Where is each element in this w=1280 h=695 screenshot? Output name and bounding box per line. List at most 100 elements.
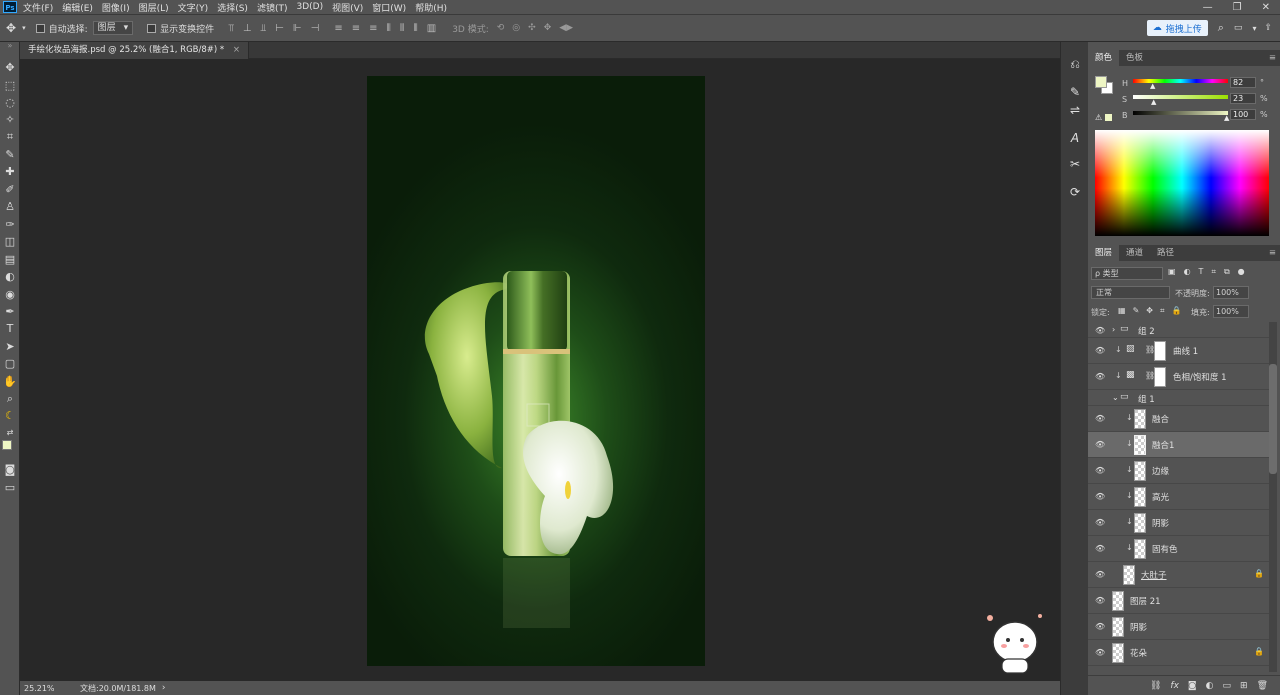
- brush-settings-icon[interactable]: ✎: [1065, 82, 1085, 102]
- minimize-button[interactable]: —: [1203, 2, 1213, 13]
- share-icon[interactable]: ⇪: [1264, 23, 1272, 33]
- layer-row-curves1[interactable]: 👁 ↓ ▨ ⛓ 曲线 1: [1088, 338, 1270, 364]
- menu-window[interactable]: 窗口(W): [372, 1, 406, 14]
- magic-wand-tool-icon[interactable]: ✧: [0, 112, 20, 128]
- visibility-eye-icon[interactable]: 👁: [1095, 326, 1105, 335]
- visibility-eye-icon[interactable]: 👁: [1095, 372, 1105, 381]
- tab-paths[interactable]: 路径: [1150, 245, 1181, 261]
- visibility-eye-icon[interactable]: 👁: [1095, 570, 1105, 579]
- filter-smart-icon[interactable]: ⧉: [1224, 267, 1230, 277]
- lock-transparent-icon[interactable]: ▦: [1118, 306, 1126, 316]
- layer-row-group1[interactable]: ⌄ ▭ 组 1: [1088, 390, 1270, 406]
- align-top-icon[interactable]: ⫪: [228, 23, 234, 34]
- visibility-eye-icon[interactable]: 👁: [1095, 466, 1105, 475]
- chevron-down-icon[interactable]: ▾: [1252, 24, 1256, 33]
- visibility-eye-icon[interactable]: 👁: [1095, 518, 1105, 527]
- visibility-eye-icon[interactable]: 👁: [1095, 492, 1105, 501]
- menu-layer[interactable]: 图层(L): [139, 1, 169, 14]
- type-tool-icon[interactable]: T: [0, 321, 20, 337]
- brightness-value[interactable]: 100: [1230, 109, 1256, 120]
- history-icon[interactable]: ⎌: [1065, 54, 1085, 74]
- maximize-button[interactable]: ❐: [1233, 2, 1242, 13]
- chevron-right-icon[interactable]: ›: [1112, 325, 1115, 334]
- distribute-vcenter-icon[interactable]: ≡: [352, 23, 360, 34]
- layers-scrollbar-thumb[interactable]: [1269, 364, 1277, 474]
- new-layer-icon[interactable]: ⊞: [1240, 681, 1248, 691]
- document-tab[interactable]: 手绘化妆品海报.psd @ 25.2% (融合1, RGB/8#) * ×: [20, 42, 249, 59]
- lock-position-icon[interactable]: ✥: [1146, 306, 1153, 316]
- distribute-left-icon[interactable]: ⦀: [387, 23, 391, 34]
- tab-swatches[interactable]: 色板: [1119, 50, 1150, 66]
- character-icon[interactable]: A: [1065, 128, 1085, 148]
- search-icon[interactable]: ⌕: [1218, 21, 1224, 35]
- path-select-tool-icon[interactable]: ➤: [0, 339, 20, 355]
- hue-slider[interactable]: [1133, 79, 1228, 83]
- gradient-tool-icon[interactable]: ▤: [0, 252, 20, 268]
- distribute-hcenter-icon[interactable]: ⦀: [400, 23, 404, 34]
- menu-select[interactable]: 选择(S): [217, 1, 248, 14]
- tab-color[interactable]: 颜色: [1088, 50, 1120, 66]
- layer-row-layer21[interactable]: 👁 图层 21: [1088, 588, 1270, 614]
- distribute-top-icon[interactable]: ≡: [334, 23, 342, 34]
- healing-brush-tool-icon[interactable]: ✚: [0, 164, 20, 180]
- visibility-eye-icon[interactable]: 👁: [1095, 596, 1105, 605]
- layer-row-group2[interactable]: 👁 › ▭ 组 2: [1088, 322, 1270, 338]
- hand-tool-icon[interactable]: ✋: [0, 374, 20, 390]
- 3d-drag-icon[interactable]: ✣: [528, 23, 536, 33]
- layer-row-blend1[interactable]: 👁 ↓ 融合1: [1088, 432, 1270, 458]
- layer-row-blend[interactable]: 👁 ↓ 融合: [1088, 406, 1270, 432]
- menu-filter[interactable]: 滤镜(T): [257, 1, 288, 14]
- layer-row-highlight[interactable]: 👁 ↓ 高光: [1088, 484, 1270, 510]
- auto-align-icon[interactable]: ▥: [427, 23, 436, 34]
- lock-all-icon[interactable]: 🔒: [1171, 306, 1181, 316]
- fx-icon[interactable]: fx: [1170, 681, 1179, 691]
- visibility-eye-icon[interactable]: 👁: [1095, 414, 1105, 423]
- auto-select-checkbox[interactable]: [35, 23, 45, 33]
- adjustments-icon[interactable]: ⇌: [1065, 100, 1085, 120]
- swap-colors-icon[interactable]: ⇄: [0, 425, 20, 441]
- filter-toggle-icon[interactable]: ●: [1238, 267, 1245, 277]
- brush-tool-icon[interactable]: ✐: [0, 182, 20, 198]
- visibility-eye-icon[interactable]: 👁: [1095, 346, 1105, 355]
- layer-thumbnail[interactable]: [1134, 539, 1146, 559]
- visibility-eye-icon[interactable]: 👁: [1095, 622, 1105, 631]
- align-vcenter-icon[interactable]: ⊥: [243, 23, 252, 34]
- move-tool-icon[interactable]: ✥: [0, 60, 20, 76]
- poster-canvas[interactable]: [367, 76, 705, 666]
- eyedropper-tool-icon[interactable]: ✎: [0, 147, 20, 163]
- upload-button[interactable]: ☁ 拖拽上传: [1146, 20, 1208, 36]
- workspace-icon[interactable]: ▭: [1234, 23, 1243, 33]
- color-spectrum[interactable]: [1095, 130, 1269, 236]
- chevron-right-icon[interactable]: ›: [162, 683, 166, 693]
- lock-image-icon[interactable]: ✎: [1133, 306, 1140, 316]
- layer-row-shadow[interactable]: 👁 ↓ 阴影: [1088, 510, 1270, 536]
- menu-file[interactable]: 文件(F): [23, 1, 53, 14]
- pen-tool-icon[interactable]: ✒: [0, 304, 20, 320]
- align-right-icon[interactable]: ⊣: [311, 23, 320, 34]
- distribute-right-icon[interactable]: ⦀: [413, 23, 417, 34]
- opacity-field[interactable]: 100%: [1213, 286, 1249, 299]
- banana-icon[interactable]: ☾: [0, 408, 20, 424]
- close-tab-button[interactable]: ×: [233, 45, 240, 55]
- menu-help[interactable]: 帮助(H): [415, 1, 447, 14]
- screen-mode-icon[interactable]: ▭: [0, 480, 20, 496]
- visibility-eye-icon[interactable]: 👁: [1095, 440, 1105, 449]
- dodge-tool-icon[interactable]: ◉: [0, 287, 20, 303]
- mask-icon[interactable]: ◙: [1188, 681, 1197, 691]
- move-tool-icon[interactable]: ✥: [6, 21, 16, 35]
- folder-icon[interactable]: ▭: [1223, 681, 1232, 691]
- crop-tool-icon[interactable]: ⌗: [0, 129, 20, 145]
- layer-thumbnail[interactable]: [1112, 643, 1124, 663]
- actions-icon[interactable]: ⟳: [1065, 182, 1085, 202]
- hue-value[interactable]: 82: [1230, 77, 1256, 88]
- show-transform-checkbox[interactable]: [147, 23, 157, 33]
- filter-adjustment-icon[interactable]: ◐: [1184, 267, 1191, 277]
- fill-field[interactable]: 100%: [1213, 305, 1249, 318]
- align-bottom-icon[interactable]: ⫫: [261, 23, 267, 34]
- eraser-tool-icon[interactable]: ◫: [0, 234, 20, 250]
- layer-row-edge[interactable]: 👁 ↓ 边缘: [1088, 458, 1270, 484]
- visibility-eye-icon[interactable]: 👁: [1095, 544, 1105, 553]
- chevron-down-icon[interactable]: ▾: [22, 24, 26, 32]
- panel-menu-icon[interactable]: ≡: [1269, 245, 1276, 261]
- 3d-roll-icon[interactable]: ◎: [512, 23, 520, 33]
